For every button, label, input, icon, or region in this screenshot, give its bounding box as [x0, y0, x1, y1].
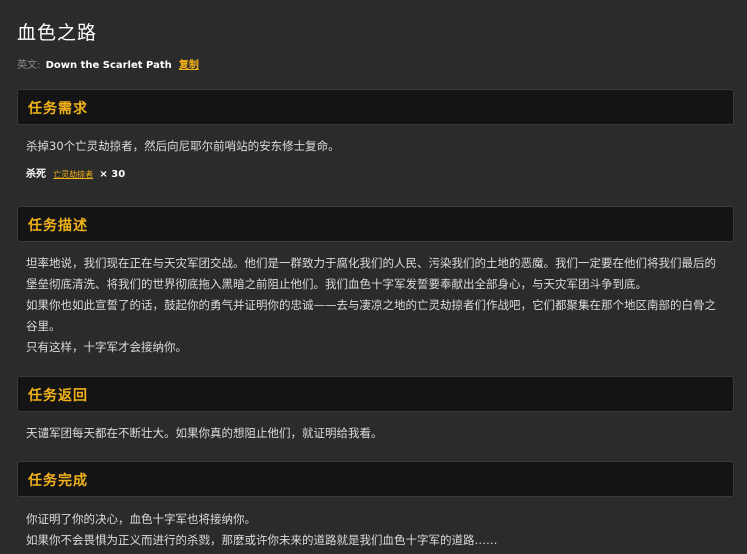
english-name: Down the Scarlet Path — [45, 60, 172, 71]
description-line: 坦率地说，我们现在正在与天灾军团交战。他们是一群致力于腐化我们的人民、污染我们的… — [26, 256, 716, 291]
section-header-completion: 任务完成 — [17, 461, 734, 497]
quest-page: 血色之路 英文: Down the Scarlet Path 复制 任务需求 杀… — [0, 0, 747, 554]
completion-line: 你证明了你的决心，血色十字军也将接纳你。 — [26, 512, 256, 526]
requirements-text: 杀掉30个亡灵劫掠者，然后向尼耶尔前哨站的安东修士复命。 — [26, 139, 340, 153]
description-line: 只有这样，十字军才会接纳你。 — [26, 340, 187, 354]
section-header-requirements: 任务需求 — [17, 89, 734, 125]
english-name-row: 英文: Down the Scarlet Path 复制 — [17, 56, 199, 71]
return-text: 天谴军团每天都在不断壮大。如果你真的想阻止他们，就证明给我看。 — [26, 426, 383, 440]
section-header-return: 任务返回 — [17, 376, 734, 412]
copy-link[interactable]: 复制 — [179, 60, 199, 71]
kill-count: × 30 — [99, 169, 126, 180]
npc-link[interactable]: 亡灵劫掠者 — [53, 170, 93, 179]
english-label: 英文: — [17, 60, 41, 71]
completion-line: 如果你不会畏惧为正义而进行的杀戮，那麽或许你未来的道路就是我们血色十字军的道路…… — [26, 533, 498, 547]
quest-title: 血色之路 — [17, 22, 98, 44]
section-header-description: 任务描述 — [17, 206, 734, 242]
kill-objective: 杀死 亡灵劫掠者 × 30 — [26, 165, 125, 180]
section-title-completion: 任务完成 — [28, 473, 88, 489]
description-line: 如果你也如此宣誓了的话，鼓起你的勇气并证明你的忠诚——去与凄凉之地的亡灵劫掠者们… — [26, 298, 716, 333]
section-title-return: 任务返回 — [28, 388, 88, 404]
section-title-requirements: 任务需求 — [28, 101, 88, 117]
section-title-description: 任务描述 — [28, 218, 88, 234]
kill-label: 杀死 — [26, 169, 46, 180]
